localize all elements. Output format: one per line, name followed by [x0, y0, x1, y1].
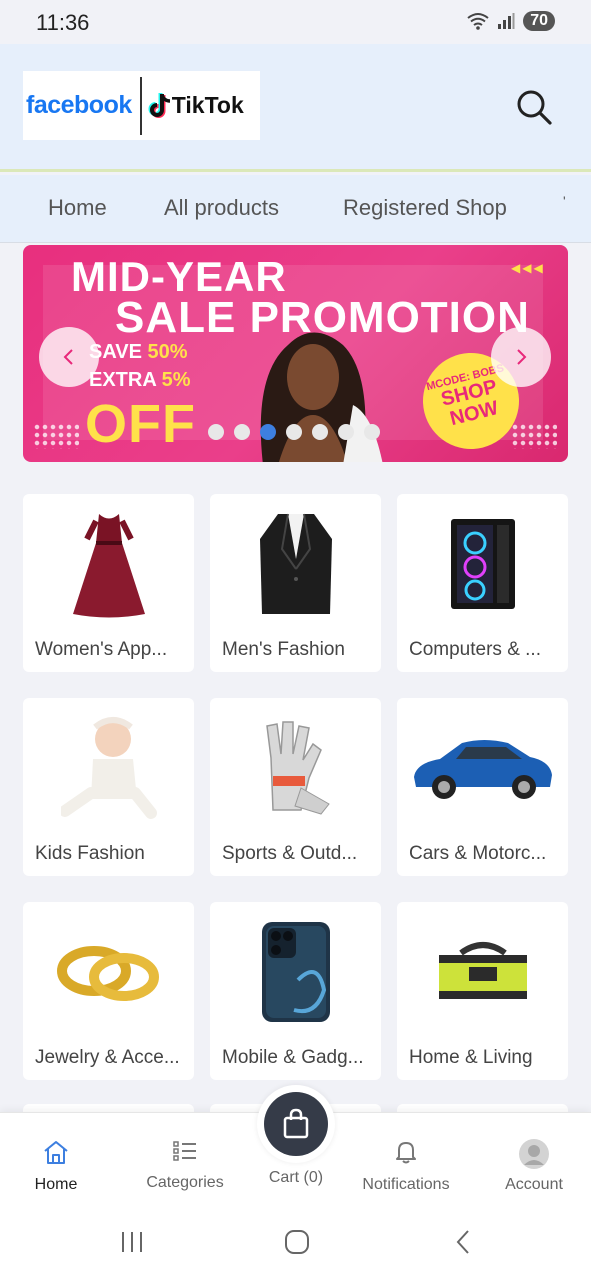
category-card[interactable]: Men's Fashion [210, 494, 381, 672]
toolbag-icon [438, 942, 527, 999]
category-card[interactable]: Kids Fashion [23, 698, 194, 876]
car-icon [413, 740, 552, 799]
banner-dot-pattern [33, 423, 79, 449]
carousel-indicators [208, 424, 380, 440]
category-image [210, 708, 381, 828]
baby-icon [60, 717, 157, 819]
carousel-dot[interactable] [286, 424, 302, 440]
extra-label: EXTRA [89, 369, 162, 391]
bottom-nav-account[interactable]: Account [496, 1139, 572, 1194]
blazer-icon [259, 513, 332, 614]
category-label: Computers & ... [409, 639, 541, 660]
category-image [23, 504, 194, 624]
carousel-next-button[interactable] [491, 327, 551, 387]
system-nav-bar [0, 1210, 591, 1280]
chevron-right-icon [517, 349, 527, 365]
status-icons: 70 [467, 11, 555, 31]
category-image [397, 504, 568, 624]
tiktok-logo: TikTok [148, 92, 244, 120]
category-card[interactable]: Cars & Motorc... [397, 698, 568, 876]
category-image [23, 912, 194, 1032]
category-image [210, 912, 381, 1032]
gloves-icon [265, 721, 330, 815]
category-label: Women's App... [35, 639, 168, 660]
category-card[interactable]: Jewelry & Acce... [23, 902, 194, 1080]
banner-extra-text: EXTRA 5% [89, 369, 191, 392]
category-image [397, 708, 568, 828]
carousel-dot[interactable] [338, 424, 354, 440]
tiktok-logo-text: TikTok [171, 92, 244, 118]
category-card[interactable]: Women's App... [23, 494, 194, 672]
bottom-nav-cart[interactable]: Cart (0) [258, 1163, 334, 1187]
avatar-icon [519, 1139, 549, 1169]
recent-apps-icon[interactable] [118, 1228, 146, 1256]
carousel-prev-button[interactable] [39, 327, 99, 387]
list-icon [173, 1141, 196, 1161]
shopping-bag-icon [283, 1108, 309, 1139]
bottom-nav-account-label: Account [505, 1176, 563, 1193]
bottom-nav-categories[interactable]: Categories [140, 1139, 230, 1192]
home-icon [44, 1141, 68, 1164]
carousel-dot[interactable] [234, 424, 250, 440]
brand-logo[interactable]: facebook TikTok [23, 71, 260, 140]
rings-icon [56, 946, 159, 1001]
tab-home[interactable]: Home [48, 195, 107, 221]
category-label: Mobile & Gadg... [222, 1047, 364, 1068]
search-button[interactable] [512, 86, 556, 130]
banner-off-text: OFF [85, 394, 196, 454]
pc-tower-icon [450, 519, 515, 609]
carousel-dot[interactable] [364, 424, 380, 440]
tab-all-products[interactable]: All products [164, 195, 279, 221]
banner-save-text: SAVE 50% [89, 341, 188, 364]
wifi-icon [467, 13, 489, 30]
carousel-dot-active[interactable] [260, 424, 276, 440]
cart-button-inner [264, 1092, 328, 1156]
tiktok-note-icon [148, 92, 170, 118]
category-card[interactable]: Mobile & Gadg... [210, 902, 381, 1080]
extra-value: 5% [161, 369, 191, 391]
search-icon [517, 90, 552, 125]
bottom-nav-notifications[interactable]: Notifications [352, 1139, 460, 1194]
status-time: 11:36 [36, 10, 90, 35]
chevron-left-icon [63, 349, 73, 365]
category-label: Jewelry & Acce... [35, 1047, 180, 1068]
category-card[interactable]: Computers & ... [397, 494, 568, 672]
category-label: Men's Fashion [222, 639, 345, 660]
banner-triangles: ◀◀◀ [511, 261, 545, 275]
bottom-nav-categories-label: Categories [146, 1174, 224, 1191]
status-bar: 11:36 70 [0, 0, 591, 44]
logo-divider [139, 76, 142, 135]
facebook-logo-text: facebook [26, 91, 132, 119]
app-header: facebook TikTok [0, 44, 591, 172]
bottom-nav-cart-label: Cart (0) [268, 1169, 324, 1186]
tab-registered-shop[interactable]: Registered Shop [343, 195, 507, 221]
category-label: Cars & Motorc... [409, 843, 547, 864]
carousel-dot[interactable] [312, 424, 328, 440]
battery-indicator: 70 [523, 11, 555, 31]
home-button-icon[interactable] [283, 1228, 311, 1256]
cart-button[interactable] [257, 1085, 335, 1163]
signal-icon [498, 13, 515, 29]
bottom-nav-home[interactable]: Home [20, 1139, 92, 1194]
nav-tabs: Home All products Registered Shop ' [0, 175, 591, 243]
dress-icon [72, 514, 145, 618]
tab-overflow-hint: ' [563, 193, 566, 209]
save-value: 50% [147, 341, 188, 363]
category-label: Sports & Outd... [222, 843, 358, 864]
bell-icon [396, 1142, 416, 1164]
phone-icon [261, 922, 330, 1022]
bottom-nav-notifications-label: Notifications [362, 1176, 450, 1193]
category-card[interactable]: Sports & Outd... [210, 698, 381, 876]
bottom-nav-home-label: Home [34, 1176, 78, 1193]
category-image [397, 912, 568, 1032]
promo-banner-carousel[interactable]: ◀◀◀ MID-YEAR SALE PROMOTION SAVE 50% EXT… [23, 245, 568, 462]
category-image [210, 504, 381, 624]
category-image [23, 708, 194, 828]
category-label: Home & Living [409, 1047, 533, 1068]
banner-dot-pattern [511, 423, 557, 449]
carousel-dot[interactable] [208, 424, 224, 440]
category-label: Kids Fashion [35, 843, 145, 864]
back-icon[interactable] [450, 1228, 478, 1256]
category-card[interactable]: Home & Living [397, 902, 568, 1080]
